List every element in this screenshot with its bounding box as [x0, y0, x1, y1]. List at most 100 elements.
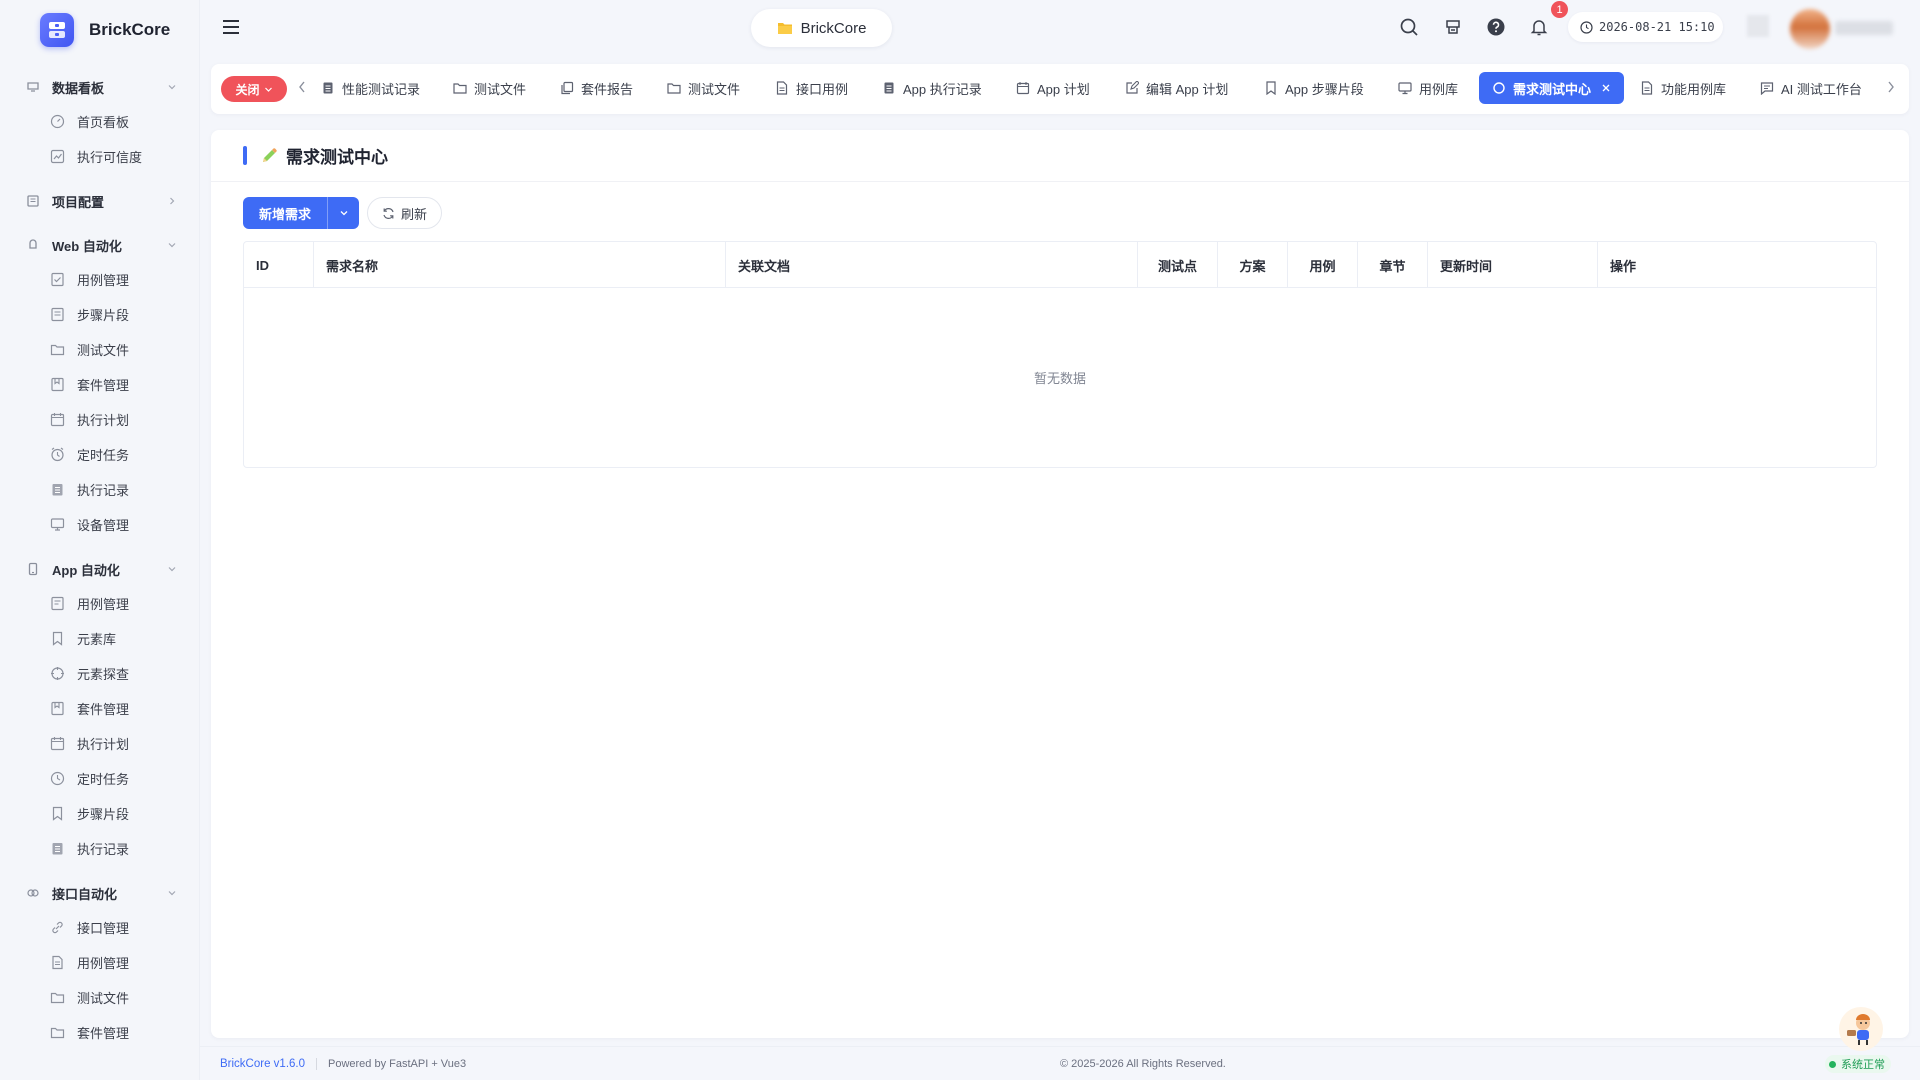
folder-icon — [777, 21, 793, 35]
main-panel: 需求测试中心 新增需求 刷新 ID 需求名称 关联文档 测试点 方案 用例 章节… — [211, 130, 1909, 1038]
sidebar-item[interactable]: 套件管理 — [0, 367, 199, 402]
sidebar-item[interactable]: 步骤片段 — [0, 796, 199, 831]
chart-icon — [50, 149, 65, 164]
project-name: BrickCore — [800, 19, 867, 37]
monitor-icon — [1398, 81, 1412, 95]
sidebar-item[interactable]: 执行计划 — [0, 726, 199, 761]
version-link[interactable]: BrickCore v1.6.0 — [220, 1058, 305, 1070]
tab[interactable]: App 计划 — [1016, 72, 1090, 104]
avatar[interactable] — [1790, 9, 1830, 49]
tab[interactable]: 功能用例库 — [1640, 72, 1726, 104]
blurred-icon[interactable] — [1747, 15, 1769, 37]
project-selector[interactable]: BrickCore — [751, 9, 892, 47]
toolbar: 新增需求 刷新 — [243, 197, 443, 229]
username-blurred[interactable] — [1835, 21, 1893, 35]
tab[interactable]: AI 测试工作台 — [1760, 72, 1862, 104]
column-header-name[interactable]: 需求名称 — [314, 242, 726, 288]
doc-icon — [775, 81, 789, 95]
tab[interactable]: 接口用例 — [775, 72, 848, 104]
folder-icon — [50, 1025, 65, 1040]
tabs-scroll-right-icon[interactable] — [1886, 79, 1896, 95]
tab[interactable]: 测试文件 — [667, 72, 740, 104]
sidebar-item[interactable]: 用例管理 — [0, 586, 199, 621]
tab[interactable]: 性能测试记录 — [321, 72, 420, 104]
tabs-scroll-left-icon[interactable] — [297, 79, 307, 95]
circle-icon — [1492, 81, 1506, 95]
brand-logo-icon — [40, 13, 74, 47]
logo[interactable]: BrickCore — [0, 0, 199, 60]
record-icon — [882, 81, 896, 95]
case-icon — [50, 596, 65, 611]
chevron-down-icon — [167, 82, 177, 92]
mobile-icon — [26, 562, 40, 576]
monitor-icon — [50, 517, 65, 532]
refresh-button[interactable]: 刷新 — [367, 197, 443, 229]
project-icon — [26, 194, 40, 208]
tab[interactable]: 套件报告 — [560, 72, 633, 104]
tab[interactable]: App 执行记录 — [882, 72, 982, 104]
record-icon — [50, 841, 65, 856]
sidebar-item[interactable]: 元素库 — [0, 621, 199, 656]
sidebar-item[interactable]: 执行记录 — [0, 831, 199, 866]
title-accent — [243, 146, 247, 165]
menu-group-header[interactable]: Web 自动化 — [0, 228, 199, 262]
assistant-mascot-icon[interactable] — [1838, 1006, 1884, 1052]
close-icon[interactable] — [1601, 83, 1611, 93]
tab-active[interactable]: 需求测试中心 — [1479, 72, 1625, 104]
case-icon — [50, 272, 65, 287]
tab[interactable]: 测试文件 — [453, 72, 526, 104]
new-requirement-split-button: 新增需求 — [243, 197, 360, 229]
sidebar-item[interactable]: 测试文件 — [0, 980, 199, 1015]
menu-toggle-icon[interactable] — [222, 19, 240, 35]
tab[interactable]: 用例库 — [1398, 72, 1458, 104]
column-header-updated[interactable]: 更新时间 — [1428, 242, 1598, 288]
column-header-id[interactable]: ID — [244, 242, 314, 288]
sidebar-item[interactable]: 首页看板 — [0, 104, 199, 139]
column-header-cases[interactable]: 用例 — [1288, 242, 1358, 288]
requirements-table: ID 需求名称 关联文档 测试点 方案 用例 章节 更新时间 操作 暂无数据 — [243, 241, 1877, 468]
sidebar-item[interactable]: 执行可信度 — [0, 139, 199, 174]
column-header-test-points[interactable]: 测试点 — [1138, 242, 1218, 288]
menu-group-header[interactable]: 数据看板 — [0, 70, 199, 104]
sidebar-item[interactable]: 套件管理 — [0, 1015, 199, 1050]
divider — [316, 1057, 317, 1070]
sidebar-item[interactable]: 执行记录 — [0, 472, 199, 507]
menu-group-header[interactable]: App 自动化 — [0, 552, 199, 586]
steps-icon — [50, 307, 65, 322]
tab[interactable]: 编辑 App 计划 — [1125, 72, 1228, 104]
sidebar-item[interactable]: 定时任务 — [0, 437, 199, 472]
sidebar-item[interactable]: 用例管理 — [0, 262, 199, 297]
close-tabs-button[interactable]: 关闭 — [221, 76, 287, 102]
search-icon[interactable] — [1399, 17, 1419, 37]
sidebar-item[interactable]: 定时任务 — [0, 761, 199, 796]
bell-icon[interactable] — [1529, 17, 1549, 37]
sidebar-item[interactable]: 元素探查 — [0, 656, 199, 691]
new-requirement-button[interactable]: 新增需求 — [243, 197, 328, 229]
clock-icon — [50, 771, 65, 786]
menu-group-dashboard: 数据看板 首页看板 执行可信度 — [0, 70, 199, 174]
sidebar-item[interactable]: 用例管理 — [0, 945, 199, 980]
sidebar-item[interactable]: 步骤片段 — [0, 297, 199, 332]
new-requirement-dropdown[interactable] — [327, 197, 360, 229]
sidebar-item[interactable]: 测试文件 — [0, 332, 199, 367]
refresh-icon — [382, 207, 395, 220]
menu-group-header[interactable]: 接口自动化 — [0, 876, 199, 910]
doc-icon — [1640, 81, 1654, 95]
column-header-chapters[interactable]: 章节 — [1358, 242, 1428, 288]
chevron-down-icon — [339, 208, 349, 218]
theme-icon[interactable] — [1443, 17, 1463, 37]
datetime-display: 2026-08-21 15:10 — [1568, 12, 1723, 42]
tab[interactable]: App 步骤片段 — [1264, 72, 1364, 104]
sidebar-item[interactable]: 接口管理 — [0, 910, 199, 945]
menu-group-header[interactable]: 项目配置 — [0, 184, 199, 218]
topbar: BrickCore 1 2026-08-21 15:10 — [200, 0, 1920, 58]
copy-icon — [560, 81, 574, 95]
sidebar-item[interactable]: 设备管理 — [0, 507, 199, 542]
column-header-actions: 操作 — [1610, 258, 1637, 274]
column-header-plan[interactable]: 方案 — [1218, 242, 1288, 288]
column-header-doc[interactable]: 关联文档 — [726, 242, 1138, 288]
folder-icon — [453, 81, 467, 95]
help-icon[interactable] — [1486, 17, 1506, 37]
sidebar-item[interactable]: 套件管理 — [0, 691, 199, 726]
sidebar-item[interactable]: 执行计划 — [0, 402, 199, 437]
